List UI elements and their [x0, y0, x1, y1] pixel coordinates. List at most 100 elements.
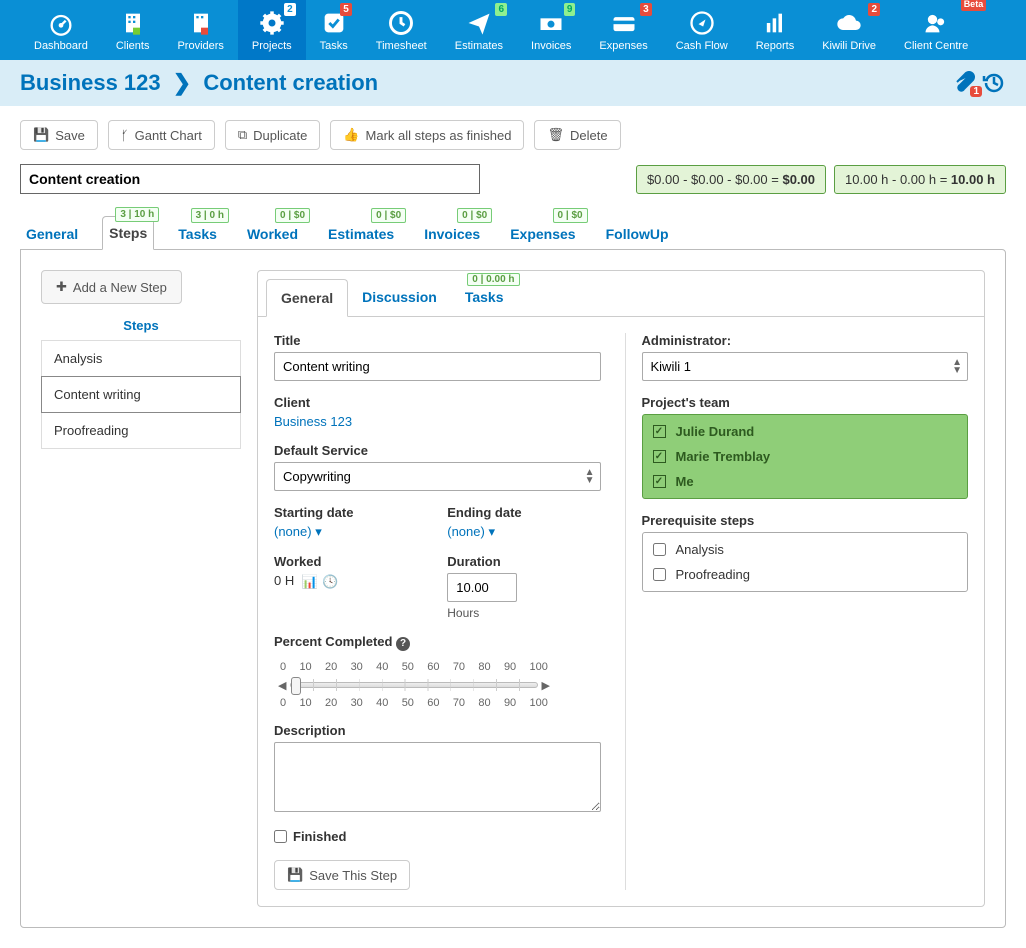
step-item[interactable]: Content writing	[41, 376, 241, 413]
checkbox-icon: ✓	[653, 450, 666, 463]
step-item[interactable]: Analysis	[41, 340, 241, 377]
tab-general[interactable]: General	[20, 218, 84, 250]
nav-badge: 5	[340, 3, 352, 16]
nav-clients[interactable]: Clients	[102, 0, 164, 60]
checkbox-icon: ✓	[653, 425, 666, 438]
nav-tasks[interactable]: Tasks5	[306, 0, 362, 60]
steps-header: Steps	[41, 318, 241, 333]
gantt-button[interactable]: ᚶGantt Chart	[108, 120, 215, 150]
admin-label: Administrator:	[642, 333, 969, 348]
nav-badge: 6	[495, 3, 507, 16]
compass-icon	[676, 8, 728, 38]
nav-providers[interactable]: Providers	[163, 0, 237, 60]
summary-money: $0.00 - $0.00 - $0.00 = $0.00	[636, 165, 826, 194]
people-icon	[904, 8, 968, 38]
nav-cash-flow[interactable]: Cash Flow	[662, 0, 742, 60]
step-item[interactable]: Proofreading	[41, 412, 241, 449]
step-title-input[interactable]	[274, 352, 601, 381]
finished-label: Finished	[293, 829, 346, 844]
project-title-input[interactable]	[20, 164, 480, 194]
finished-checkbox[interactable]	[274, 830, 287, 843]
copy-icon: ⧉	[238, 127, 247, 143]
description-label: Description	[274, 723, 601, 738]
inner-tab-general[interactable]: General	[266, 279, 348, 317]
nav-estimates[interactable]: Estimates6	[441, 0, 517, 60]
save-button[interactable]: 💾Save	[20, 120, 98, 150]
prereq-item[interactable]: Analysis	[643, 537, 968, 562]
nav-client-centre[interactable]: Client CentreBeta	[890, 0, 982, 60]
clock-icon	[376, 8, 427, 38]
help-icon[interactable]: ?	[396, 637, 410, 651]
team-label: Project's team	[642, 395, 969, 410]
prereq-item[interactable]: Proofreading	[643, 562, 968, 587]
add-step-button[interactable]: ✚Add a New Step	[41, 270, 182, 304]
plus-icon: ✚	[56, 279, 67, 295]
tab-invoices[interactable]: 0 | $0Invoices	[418, 218, 486, 250]
worked-label: Worked	[274, 554, 427, 569]
nav-invoices[interactable]: Invoices9	[517, 0, 585, 60]
tab-estimates[interactable]: 0 | $0Estimates	[322, 218, 400, 250]
end-date-label: Ending date	[447, 505, 600, 520]
duplicate-button[interactable]: ⧉Duplicate	[225, 120, 321, 150]
end-date-value[interactable]: (none) ▾	[447, 524, 495, 539]
team-member[interactable]: ✓Julie Durand	[643, 419, 968, 444]
worked-value: 0 H	[274, 573, 294, 588]
building2-icon	[177, 8, 223, 38]
percent-slider[interactable]	[290, 682, 537, 688]
nav-expenses[interactable]: Expenses3	[585, 0, 661, 60]
bars-icon	[756, 8, 795, 38]
slider-knob[interactable]	[291, 677, 301, 695]
gauge-icon	[34, 8, 88, 38]
summary-hours: 10.00 h - 0.00 h = 10.00 h	[834, 165, 1006, 194]
client-label: Client	[274, 395, 601, 410]
team-member[interactable]: ✓Me	[643, 469, 968, 494]
save-icon: 💾	[287, 867, 303, 883]
slider-left-arrow[interactable]: ◀	[274, 679, 290, 692]
description-textarea[interactable]	[274, 742, 601, 812]
tab-worked[interactable]: 0 | $0Worked	[241, 218, 304, 250]
nav-timesheet[interactable]: Timesheet	[362, 0, 441, 60]
nav-dashboard[interactable]: Dashboard	[20, 0, 102, 60]
nav-badge: 2	[284, 3, 296, 16]
mark-finished-button[interactable]: 👍Mark all steps as finished	[330, 120, 524, 150]
attachments-icon[interactable]: 1	[952, 71, 976, 95]
history-icon[interactable]	[982, 71, 1006, 95]
delete-button[interactable]: 🗑Delete	[534, 120, 620, 150]
breadcrumb-business[interactable]: Business 123	[20, 70, 161, 95]
tab-expenses[interactable]: 0 | $0Expenses	[504, 218, 581, 250]
start-date-value[interactable]: (none) ▾	[274, 524, 322, 539]
nav-projects[interactable]: Projects2	[238, 0, 306, 60]
inner-tab-discussion[interactable]: Discussion	[348, 279, 451, 316]
nav-badge: 9	[564, 3, 576, 16]
admin-select[interactable]	[642, 352, 969, 381]
service-select[interactable]	[274, 462, 601, 491]
tab-tasks[interactable]: 3 | 0 hTasks	[172, 218, 223, 250]
branch-icon: ᚶ	[121, 128, 129, 143]
client-link[interactable]: Business 123	[274, 414, 352, 429]
inner-tab-tasks[interactable]: 0 | 0.00 hTasks	[451, 279, 518, 316]
trash-icon: 🗑	[547, 127, 564, 143]
save-step-button[interactable]: 💾Save This Step	[274, 860, 410, 890]
save-icon: 💾	[33, 127, 49, 143]
team-member[interactable]: ✓Marie Tremblay	[643, 444, 968, 469]
checkbox-icon: ✓	[653, 475, 666, 488]
building-icon	[116, 8, 150, 38]
percent-label: Percent Completed ?	[274, 634, 601, 651]
prereq-checkbox[interactable]	[653, 568, 666, 581]
tab-followup[interactable]: FollowUp	[600, 218, 675, 250]
prereq-checkbox[interactable]	[653, 543, 666, 556]
worked-clock-icon[interactable]: 🕓	[322, 574, 338, 590]
breadcrumb: Business 123 ❯ Content creation	[20, 70, 378, 96]
nav-reports[interactable]: Reports	[742, 0, 809, 60]
tab-steps[interactable]: 3 | 10 hSteps	[102, 216, 154, 250]
nav-kiwili-drive[interactable]: Kiwili Drive2	[808, 0, 890, 60]
thumb-icon: 👍	[343, 127, 359, 143]
worked-bars-icon[interactable]: 📊	[302, 574, 318, 590]
duration-input[interactable]	[447, 573, 517, 602]
slider-right-arrow[interactable]: ▶	[538, 679, 554, 692]
nav-badge: 2	[868, 3, 880, 16]
nav-badge: 3	[640, 3, 652, 16]
title-label: Title	[274, 333, 601, 348]
breadcrumb-page: Content creation	[203, 70, 378, 95]
nav-badge: Beta	[961, 0, 987, 11]
